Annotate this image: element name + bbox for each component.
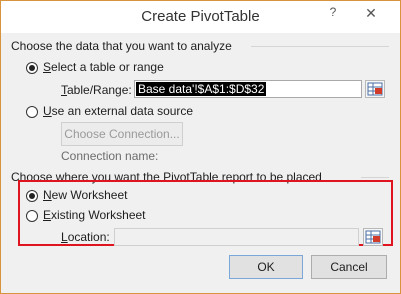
placement-group-line: [361, 177, 389, 178]
connection-name-label: Connection name:: [61, 149, 159, 163]
collapse-dialog-icon: [365, 230, 381, 244]
new-worksheet-label[interactable]: New Worksheet: [43, 188, 127, 202]
table-range-collapse-button[interactable]: [365, 80, 385, 98]
create-pivottable-dialog: Create PivotTable ? ✕ Choose the data th…: [0, 0, 401, 294]
table-range-input[interactable]: Base data'!$A$1:$D$32: [134, 80, 362, 98]
location-label: Location:: [61, 230, 110, 244]
external-source-radio[interactable]: [26, 106, 38, 118]
close-icon: ✕: [365, 5, 377, 21]
analyze-heading: Choose the data that you want to analyze: [11, 39, 232, 53]
location-input[interactable]: [114, 228, 359, 246]
analyze-group-line: [251, 46, 389, 47]
external-source-label[interactable]: Use an external data source: [43, 104, 193, 118]
select-table-label[interactable]: Select a table or range: [43, 60, 164, 74]
new-worksheet-radio[interactable]: [26, 190, 38, 202]
existing-worksheet-radio[interactable]: [26, 210, 38, 222]
location-collapse-button[interactable]: [363, 228, 383, 246]
choose-connection-button[interactable]: Choose Connection...: [61, 122, 183, 146]
existing-worksheet-label[interactable]: Existing Worksheet: [43, 208, 146, 222]
help-button[interactable]: ?: [323, 5, 343, 23]
table-range-value: Base data'!$A$1:$D$32: [136, 82, 267, 96]
collapse-dialog-icon: [367, 82, 383, 96]
select-table-radio[interactable]: [26, 62, 38, 74]
title-bar: Create PivotTable ? ✕: [1, 1, 400, 33]
close-button[interactable]: ✕: [357, 5, 385, 23]
table-range-label: Table/Range:: [61, 83, 132, 97]
cancel-button[interactable]: Cancel: [311, 255, 387, 279]
ok-button[interactable]: OK: [229, 255, 303, 279]
